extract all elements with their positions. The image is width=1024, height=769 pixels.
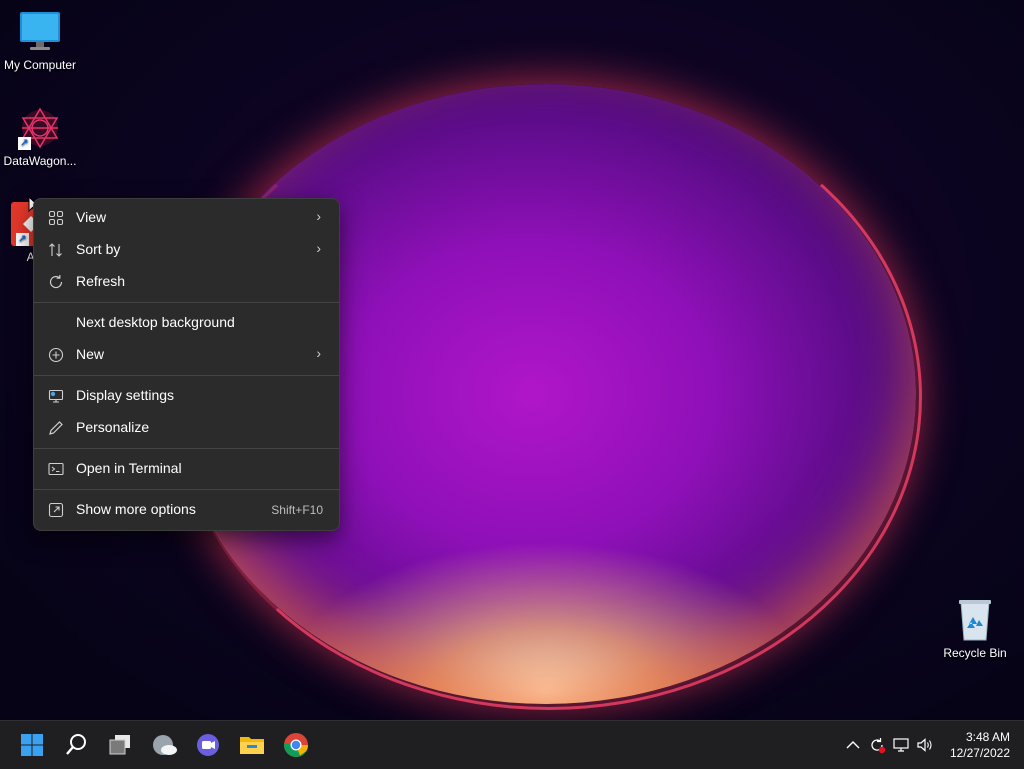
shortcut-arrow-icon: ↗ (18, 137, 31, 150)
file-explorer-icon (240, 737, 264, 754)
chevron-right-icon: › (316, 240, 321, 256)
display-icon (48, 389, 64, 403)
plus-circle-icon (48, 347, 64, 363)
menu-separator (34, 375, 339, 376)
menu-item-label: Show more options (76, 501, 196, 517)
menu-item-new[interactable]: New › (38, 340, 335, 370)
datawagon-logo-icon: ↗ (18, 106, 62, 150)
task-view-icon (109, 735, 130, 755)
recycle-bin-icon (953, 598, 997, 642)
widgets-icon (153, 735, 177, 755)
chevron-right-icon: › (316, 208, 321, 224)
menu-separator (34, 448, 339, 449)
chat-icon (197, 734, 219, 756)
taskbar-clock[interactable]: 3:48 AM 12/27/2022 (950, 729, 1010, 761)
shortcut-hint: Shift+F10 (271, 503, 323, 517)
menu-item-next-desktop-background[interactable]: Next desktop background (38, 308, 335, 338)
menu-item-label: Personalize (76, 419, 150, 435)
clock-date: 12/27/2022 (949, 746, 1010, 760)
menu-item-label: View (76, 209, 107, 225)
desktop-icon-label: My Computer (3, 58, 77, 72)
menu-item-show-more-options[interactable]: Show more options Shift+F10 (38, 495, 335, 525)
file-explorer-button[interactable] (236, 729, 268, 761)
menu-item-label: Display settings (76, 387, 175, 403)
menu-item-label: Refresh (76, 273, 126, 289)
desktop-icon-label: DataWagon... (3, 154, 77, 168)
sort-icon (49, 243, 62, 257)
menu-separator (34, 302, 339, 303)
chevron-up-icon[interactable] (844, 736, 862, 754)
menu-item-label: Sort by (76, 241, 121, 257)
search-button[interactable] (60, 729, 92, 761)
menu-item-label: New (76, 346, 105, 362)
network-icon[interactable] (892, 736, 910, 754)
widgets-button[interactable] (148, 729, 180, 761)
desktop-icon-my-computer[interactable]: My Computer (0, 10, 80, 72)
chrome-icon (284, 733, 308, 758)
desktop[interactable]: My Computer ↗ DataWagon... ↗ Recycle Bin… (0, 0, 1024, 720)
refresh-icon (49, 275, 63, 289)
menu-item-display-settings[interactable]: Display settings (38, 381, 335, 411)
desktop-context-menu: View › Sort by › Refresh Next desktop ba… (33, 198, 340, 531)
start-button[interactable] (16, 729, 48, 761)
volume-icon[interactable] (916, 736, 934, 754)
share-icon (48, 502, 64, 518)
chrome-button[interactable] (280, 729, 312, 761)
menu-item-sort-by[interactable]: Sort by › (38, 235, 335, 265)
monitor-icon (18, 10, 62, 54)
taskbar: 3:48 AM 12/27/2022 (0, 720, 1024, 769)
menu-item-open-in-terminal[interactable]: Open in Terminal (38, 454, 335, 484)
desktop-icon-datawagon[interactable]: ↗ DataWagon... (0, 106, 80, 168)
menu-item-personalize[interactable]: Personalize (38, 413, 335, 443)
clock-time: 3:48 AM (965, 730, 1010, 744)
chevron-right-icon: › (316, 345, 321, 361)
chat-button[interactable] (192, 729, 224, 761)
menu-item-label: Next desktop background (76, 314, 235, 330)
system-tray: 3:48 AM 12/27/2022 (824, 721, 1024, 769)
search-icon (66, 734, 86, 755)
menu-item-refresh[interactable]: Refresh (38, 267, 335, 297)
menu-item-view[interactable]: View › (38, 203, 335, 233)
sync-icon[interactable] (868, 736, 886, 754)
task-view-button[interactable] (104, 729, 136, 761)
terminal-icon (48, 462, 64, 476)
shortcut-arrow-icon: ↗ (16, 233, 29, 246)
menu-item-label: Open in Terminal (76, 460, 182, 476)
desktop-icon-recycle-bin[interactable]: Recycle Bin (935, 598, 1015, 660)
menu-separator (34, 489, 339, 490)
desktop-icon-label: Recycle Bin (943, 646, 1007, 660)
start-icon (21, 734, 43, 756)
grid-icon (48, 210, 64, 226)
pen-icon (49, 421, 63, 435)
